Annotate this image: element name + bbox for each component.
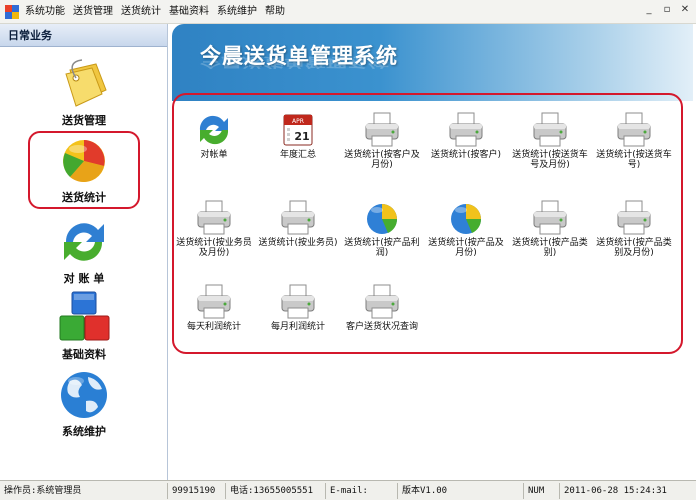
- function-annual-summary[interactable]: APR 21 年度汇总: [258, 111, 338, 160]
- printer-icon: [614, 111, 654, 149]
- banner: 今晨送货单管理系统 今晨送货单管理系统: [172, 24, 693, 101]
- status-bar: 操作员:系统管理员 99915190 电话:13655005551 E-mail…: [0, 480, 696, 500]
- printer-icon: [278, 283, 318, 321]
- calendar-icon: APR 21: [278, 111, 318, 149]
- function-label: 送货统计(按送货车号及月份): [512, 150, 588, 170]
- function-label: 送货统计(按业务员及月份): [176, 238, 252, 258]
- function-statement[interactable]: 对帐单: [174, 111, 254, 160]
- restore-button[interactable]: ▫: [660, 3, 674, 16]
- menu-base-data[interactable]: 基础资料: [165, 0, 213, 24]
- sidebar-item-statement[interactable]: 对 账 单: [28, 214, 140, 292]
- function-stats-by-customer-month[interactable]: 送货统计(按客户及月份): [342, 111, 422, 170]
- sidebar-item-system-maintenance[interactable]: 系统维护: [28, 367, 140, 445]
- pie-chart-icon: [446, 199, 486, 237]
- sidebar-item-label: 系统维护: [62, 425, 106, 438]
- function-stats-by-customer[interactable]: 送货统计(按客户): [426, 111, 506, 160]
- status-datetime: 2011-06-28 15:24:31: [564, 485, 667, 496]
- function-stats-by-salesman-month[interactable]: 送货统计(按业务员及月份): [174, 199, 254, 258]
- function-stats-by-truck-month[interactable]: 送货统计(按送货车号及月份): [510, 111, 590, 170]
- sidebar-item-delivery-management[interactable]: 送货管理: [28, 56, 140, 134]
- main-area: 今晨送货单管理系统 今晨送货单管理系统 对帐单 APR 21 年度汇总 送货统计…: [169, 24, 696, 480]
- close-button[interactable]: ✕: [678, 3, 692, 16]
- printer-icon: [362, 283, 402, 321]
- blocks-icon: [56, 290, 112, 344]
- app-logo-icon: [3, 3, 21, 21]
- function-label: 送货统计(按客户及月份): [344, 150, 420, 170]
- printer-icon: [194, 199, 234, 237]
- status-email: E-mail:: [326, 482, 398, 499]
- calendar-month-text: APR: [292, 118, 304, 125]
- printer-icon: [530, 199, 570, 237]
- menu-help[interactable]: 帮助: [261, 0, 289, 24]
- function-label: 送货统计(按产品类别及月份): [596, 238, 672, 258]
- function-monthly-profit-stats[interactable]: 每月利润统计: [258, 283, 338, 332]
- function-stats-by-product-month[interactable]: 送货统计(按产品及月份): [426, 199, 506, 258]
- function-label: 年度汇总: [279, 150, 316, 160]
- minimize-button[interactable]: _: [642, 3, 656, 16]
- function-label: 送货统计(按送货车号): [596, 150, 672, 170]
- function-label: 每天利润统计: [186, 322, 241, 332]
- sidebar-item-label: 送货统计: [62, 191, 106, 204]
- status-operator: 操作员:系统管理员: [0, 482, 168, 499]
- printer-icon: [614, 199, 654, 237]
- sidebar-item-label: 对 账 单: [63, 272, 105, 285]
- menu-delivery-management[interactable]: 送货管理: [69, 0, 117, 24]
- function-label: 送货统计(按产品及月份): [428, 238, 504, 258]
- function-label: 送货统计(按产品利润): [344, 238, 420, 258]
- function-daily-profit-stats[interactable]: 每天利润统计: [174, 283, 254, 332]
- sidebar-item-label: 基础资料: [62, 348, 106, 361]
- sidebar: 日常业务 送货管理 送货统计 对 账 单 基础资料 系统维护: [0, 24, 168, 480]
- status-phone: 电话:13655005551: [226, 482, 326, 499]
- function-stats-by-product-profit[interactable]: 送货统计(按产品利润): [342, 199, 422, 258]
- menu-bar: 系统功能 送货管理 送货统计 基础资料 系统维护 帮助 _ ▫ ✕: [0, 0, 696, 24]
- refresh-icon: [56, 214, 112, 268]
- menu-system-maintenance[interactable]: 系统维护: [213, 0, 261, 24]
- calendar-day-text: 21: [294, 130, 309, 143]
- sidebar-header: 日常业务: [0, 24, 167, 47]
- printer-icon: [362, 111, 402, 149]
- banner-title-reflection: 今晨送货单管理系统: [200, 55, 389, 70]
- tag-icon: [56, 56, 112, 110]
- sidebar-item-label: 送货管理: [62, 114, 106, 127]
- status-num-lock: NUM: [524, 482, 560, 499]
- printer-icon: [194, 283, 234, 321]
- function-label: 送货统计(按产品类别): [512, 238, 588, 258]
- globe-icon: [56, 367, 112, 421]
- printer-icon: [278, 199, 318, 237]
- sidebar-item-delivery-statistics[interactable]: 送货统计: [28, 131, 140, 209]
- function-stats-by-product-category-month[interactable]: 送货统计(按产品类别及月份): [594, 199, 674, 258]
- menu-system-functions[interactable]: 系统功能: [21, 0, 69, 24]
- refresh-icon: [194, 111, 234, 149]
- function-customer-delivery-query[interactable]: 客户送货状况查询: [342, 283, 422, 332]
- printer-icon: [530, 111, 570, 149]
- pie-chart-icon: [362, 199, 402, 237]
- function-label: 送货统计(按业务员): [258, 238, 338, 248]
- function-label: 对帐单: [200, 150, 228, 160]
- function-stats-by-truck[interactable]: 送货统计(按送货车号): [594, 111, 674, 170]
- menu-delivery-statistics[interactable]: 送货统计: [117, 0, 165, 24]
- function-panel: 对帐单 APR 21 年度汇总 送货统计(按客户及月份) 送货统计(按客户) 送…: [172, 93, 683, 354]
- function-stats-by-salesman[interactable]: 送货统计(按业务员): [258, 199, 338, 248]
- printer-icon: [446, 111, 486, 149]
- function-label: 送货统计(按客户): [430, 150, 502, 160]
- sidebar-item-base-data[interactable]: 基础资料: [28, 290, 140, 368]
- status-phone-primary: 99915190: [168, 482, 226, 499]
- function-label: 客户送货状况查询: [345, 322, 418, 332]
- status-version: 版本V1.00: [398, 482, 524, 499]
- pie-chart-icon: [56, 133, 112, 187]
- function-label: 每月利润统计: [270, 322, 325, 332]
- function-stats-by-product-category[interactable]: 送货统计(按产品类别): [510, 199, 590, 258]
